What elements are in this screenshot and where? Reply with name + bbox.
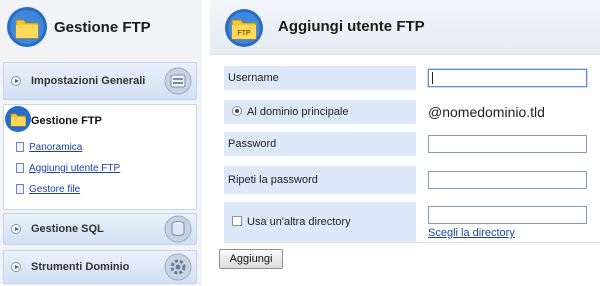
text-caret (432, 72, 433, 84)
gear-icon (164, 253, 192, 286)
sidebar-link-gestore-file[interactable]: Gestore file (16, 184, 80, 195)
domain-suffix: @nomedominio.tld (428, 104, 545, 120)
directory-input[interactable] (428, 206, 587, 224)
main-domain-label: Al dominio principale (247, 106, 349, 118)
username-label: Username (224, 66, 416, 90)
form-divider (224, 242, 600, 243)
sidebar-item-label: Gestione SQL (31, 223, 104, 235)
other-directory-checkbox[interactable] (232, 216, 242, 226)
main-domain-radio[interactable] (232, 106, 242, 116)
document-icon (16, 184, 24, 194)
chevron-right-icon (11, 224, 21, 234)
sidebar: Gestione FTP Impostazioni Generali Gesti… (0, 0, 202, 286)
document-icon (16, 142, 24, 152)
folder-icon (4, 106, 32, 137)
add-button[interactable]: Aggiungi (219, 249, 283, 269)
page-title: Aggiungi utente FTP (278, 18, 425, 35)
chevron-right-icon (11, 76, 21, 86)
sidebar-item-label: Strumenti Dominio (31, 261, 130, 273)
document-icon (16, 163, 24, 173)
repeat-password-label: Ripeti la password (224, 166, 416, 194)
repeat-password-input[interactable] (428, 171, 587, 189)
settings-icon (164, 67, 192, 100)
sidebar-item-label: Gestione FTP (31, 115, 102, 127)
sidebar-link-aggiungi-utente-ftp[interactable]: Aggiungi utente FTP (16, 163, 120, 174)
sidebar-title: Gestione FTP (54, 19, 151, 36)
other-directory-label: Usa un'altra directory (247, 216, 351, 228)
ftp-icon-label: FTP (237, 30, 251, 37)
chevron-right-icon (11, 262, 21, 272)
ftp-folder-icon (6, 6, 48, 53)
sidebar-item-strumenti-dominio[interactable]: Strumenti Dominio (3, 250, 197, 284)
sidebar-item-impostazioni-generali[interactable]: Impostazioni Generali (3, 62, 197, 100)
sidebar-item-label: Impostazioni Generali (31, 75, 146, 87)
page-header: FTP Aggiungi utente FTP (210, 0, 600, 55)
username-input[interactable] (428, 69, 587, 87)
choose-directory-link[interactable]: Scegli la directory (428, 227, 515, 239)
database-icon (164, 215, 192, 248)
other-directory-option[interactable]: Usa un'altra directory (224, 202, 416, 242)
sidebar-item-gestione-ftp[interactable]: Gestione FTP Panoramica Aggiungi utente … (3, 104, 197, 210)
sidebar-item-gestione-sql[interactable]: Gestione SQL (3, 213, 197, 245)
main-domain-option[interactable]: Al dominio principale (224, 100, 416, 124)
sidebar-header: Gestione FTP (0, 0, 202, 56)
password-input[interactable] (428, 135, 587, 153)
password-label: Password (224, 132, 416, 156)
sidebar-link-panoramica[interactable]: Panoramica (16, 142, 82, 153)
ftp-folder-icon: FTP (224, 8, 264, 53)
